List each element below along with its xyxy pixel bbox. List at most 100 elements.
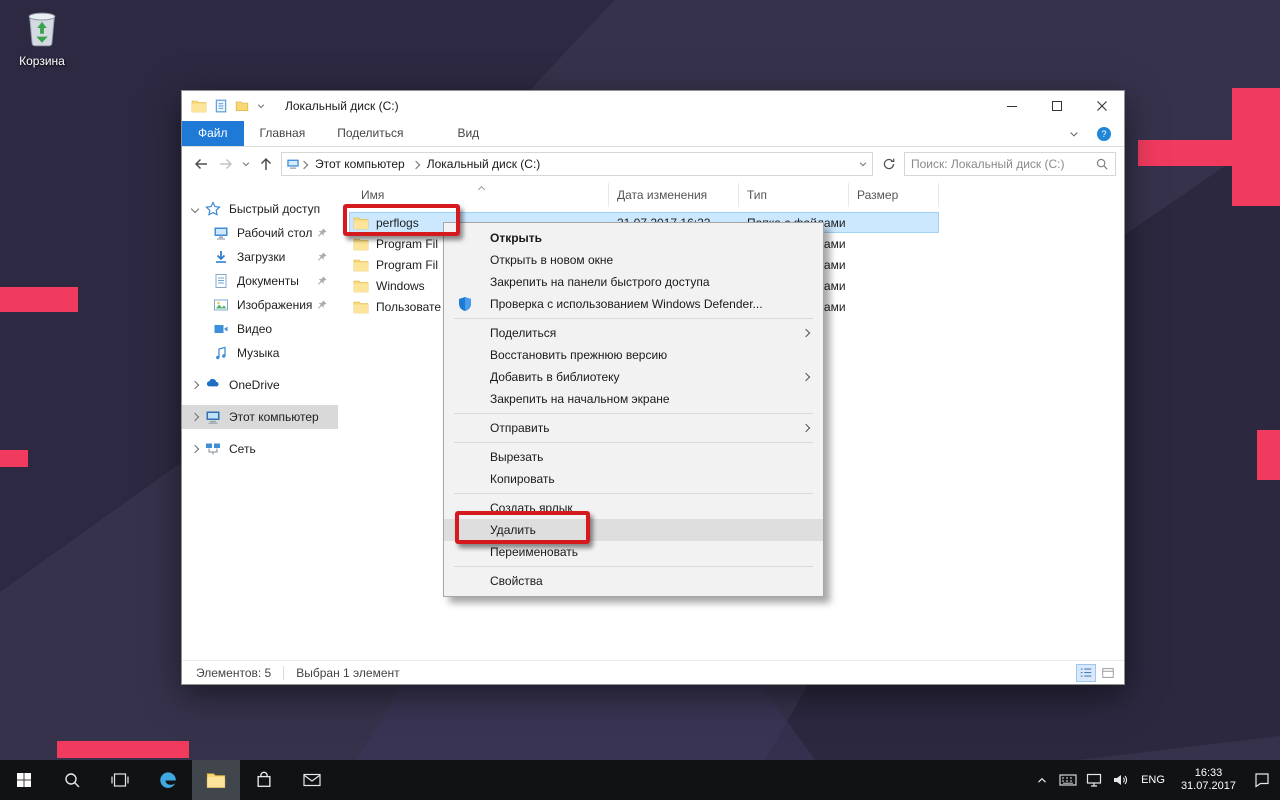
column-header-date[interactable]: Дата изменения (609, 183, 739, 207)
menu-item-10[interactable]: Отправить (444, 417, 823, 439)
search-box[interactable] (904, 152, 1116, 176)
title-bar[interactable]: Локальный диск (C:) (182, 91, 1124, 121)
taskbar-explorer-button[interactable] (192, 760, 240, 800)
refresh-button[interactable] (876, 152, 901, 176)
sidebar-item-0[interactable]: Быстрый доступ (182, 197, 338, 221)
menu-item-label: Восстановить прежнюю версию (490, 348, 668, 362)
sidebar-item-9[interactable]: Сеть (182, 437, 338, 461)
ribbon-tabs: Файл Главная Поделиться Вид ? (182, 121, 1124, 147)
sidebar-item-4[interactable]: Изображения (182, 293, 338, 317)
task-view-icon (111, 771, 129, 789)
file-name: Пользовате (376, 299, 442, 314)
column-header-size[interactable]: Размер (849, 183, 939, 207)
music-icon (213, 345, 229, 361)
taskbar-edge-button[interactable] (144, 760, 192, 800)
menu-item-5[interactable]: Поделиться (444, 322, 823, 344)
column-header-type[interactable]: Тип (739, 183, 849, 207)
start-button[interactable] (0, 760, 48, 800)
tray-time: 16:33 (1194, 767, 1223, 779)
task-view-button[interactable] (96, 760, 144, 800)
minimize-button[interactable] (989, 91, 1034, 121)
recycle-bin-icon[interactable] (24, 8, 60, 48)
menu-item-8[interactable]: Закрепить на начальном экране (444, 388, 823, 410)
expand-ribbon-icon[interactable] (1068, 128, 1080, 140)
tab-view[interactable]: Вид (441, 121, 495, 146)
address-dropdown-icon[interactable] (858, 159, 868, 169)
qat-customize-chevron-icon[interactable] (256, 101, 266, 111)
menu-item-17[interactable]: Переименовать (444, 541, 823, 563)
help-icon[interactable]: ? (1096, 126, 1112, 142)
sidebar-item-7[interactable]: OneDrive (182, 373, 338, 397)
chevron-right-icon[interactable] (188, 380, 202, 390)
breadcrumb-this-pc[interactable]: Этот компьютер (308, 157, 412, 171)
folder-icon (353, 237, 369, 251)
menu-item-1[interactable]: Открыть в новом окне (444, 249, 823, 271)
menu-item-13[interactable]: Копировать (444, 468, 823, 490)
sidebar-item-1[interactable]: Рабочий стол (182, 221, 338, 245)
refresh-icon (882, 157, 896, 171)
volume-icon (1112, 772, 1128, 788)
recent-locations-button[interactable] (238, 152, 253, 176)
chevron-right-icon[interactable] (188, 412, 202, 422)
menu-item-12[interactable]: Вырезать (444, 446, 823, 468)
sidebar-item-label: Сеть (229, 442, 256, 456)
status-bar: Элементов: 5 Выбран 1 элемент (182, 660, 1124, 684)
menu-item-19[interactable]: Свойства (444, 570, 823, 592)
menu-item-label: Копировать (490, 472, 555, 486)
taskbar-store-button[interactable] (240, 760, 288, 800)
sidebar-item-label: Этот компьютер (229, 410, 319, 424)
menu-item-6[interactable]: Восстановить прежнюю версию (444, 344, 823, 366)
background-accent-bar (0, 287, 78, 312)
chevron-down-icon[interactable] (188, 204, 202, 214)
sidebar-item-5[interactable]: Видео (182, 317, 338, 341)
network-icon (1086, 772, 1102, 788)
action-center-button[interactable] (1244, 760, 1280, 800)
menu-item-label: Переименовать (490, 545, 578, 559)
taskbar-search-button[interactable] (48, 760, 96, 800)
forward-button[interactable] (213, 152, 238, 176)
search-icon[interactable] (1095, 157, 1109, 171)
up-button[interactable] (253, 152, 278, 176)
address-field[interactable]: Этот компьютер Локальный диск (C:) (281, 152, 873, 176)
sidebar-item-label: Быстрый доступ (229, 202, 321, 216)
menu-item-2[interactable]: Закрепить на панели быстрого доступа (444, 271, 823, 293)
close-button[interactable] (1079, 91, 1124, 121)
menu-item-7[interactable]: Добавить в библиотеку (444, 366, 823, 388)
tab-home[interactable]: Главная (244, 121, 322, 146)
sidebar-item-2[interactable]: Загрузки (182, 245, 338, 269)
volume-button[interactable] (1107, 760, 1133, 800)
qat-properties-icon[interactable] (214, 99, 228, 113)
network-button[interactable] (1081, 760, 1107, 800)
details-view-button[interactable] (1076, 663, 1096, 682)
thumbnails-view-button[interactable] (1098, 664, 1118, 682)
menu-item-0[interactable]: Открыть (444, 227, 823, 249)
language-indicator[interactable]: ENG (1133, 774, 1173, 786)
clock[interactable]: 16:33 31.07.2017 (1173, 767, 1244, 793)
touch-keyboard-button[interactable] (1055, 760, 1081, 800)
sidebar-item-8[interactable]: Этот компьютер (182, 405, 338, 429)
menu-item-3[interactable]: Проверка с использованием Windows Defend… (444, 293, 823, 315)
sidebar-item-6[interactable]: Музыка (182, 341, 338, 365)
sidebar-item-3[interactable]: Документы (182, 269, 338, 293)
breadcrumb-local-disk[interactable]: Локальный диск (C:) (420, 157, 548, 171)
background-accent-bar (1138, 140, 1280, 166)
explorer-app-icon (191, 98, 207, 114)
menu-item-label: Проверка с использованием Windows Defend… (490, 297, 763, 311)
file-name: Windows (376, 278, 425, 293)
back-button[interactable] (188, 152, 213, 176)
maximize-button[interactable] (1034, 91, 1079, 121)
recycle-bin[interactable]: Корзина (10, 8, 74, 68)
pin-icon (316, 275, 328, 287)
details-view-icon (1079, 666, 1093, 680)
taskbar-mail-button[interactable] (288, 760, 336, 800)
menu-item-label: Закрепить на начальном экране (490, 392, 670, 406)
computer-icon (205, 409, 221, 425)
sidebar: Быстрый доступ Рабочий стол Загрузки Докуме… (182, 177, 338, 660)
svg-text:?: ? (1101, 129, 1106, 139)
tab-share[interactable]: Поделиться (321, 121, 419, 146)
qat-new-folder-icon[interactable] (235, 99, 249, 113)
chevron-right-icon[interactable] (188, 444, 202, 454)
tab-file[interactable]: Файл (182, 121, 244, 146)
hidden-icons-button[interactable] (1029, 760, 1055, 800)
search-input[interactable] (911, 157, 1095, 171)
